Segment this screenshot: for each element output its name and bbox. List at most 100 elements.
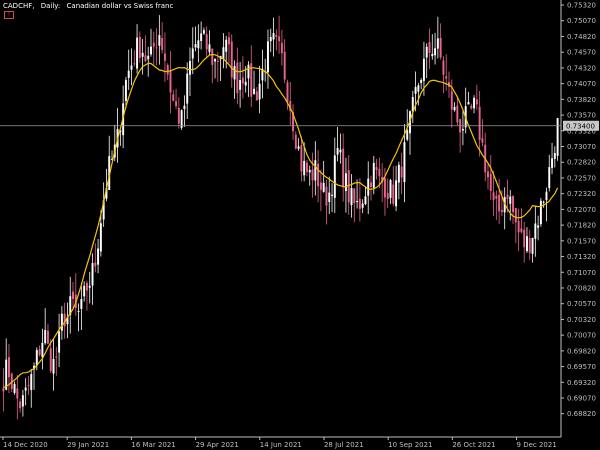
y-tick-label: 0.69320	[567, 379, 596, 387]
candle-body	[72, 291, 74, 300]
y-tick-label: 0.70570	[567, 300, 596, 308]
candle-body	[322, 182, 325, 192]
candle-body	[194, 44, 197, 48]
candle-body	[297, 146, 300, 149]
candle-body	[395, 180, 398, 207]
candle-body	[150, 46, 152, 55]
candle-body	[487, 171, 489, 178]
candle-body	[77, 310, 80, 312]
candle-body	[545, 191, 548, 201]
y-tick-label: 0.70820	[567, 284, 596, 292]
candle-body	[434, 48, 437, 56]
candle-body	[425, 46, 428, 58]
candle-body	[498, 194, 501, 212]
candle-body	[222, 47, 225, 59]
candle-body	[19, 401, 22, 409]
candle-body	[124, 79, 127, 101]
candle-body	[269, 37, 272, 42]
candle-body	[266, 41, 269, 73]
candle-body	[60, 313, 63, 331]
candle-body	[44, 330, 47, 344]
x-tick-label: 26 Oct 2021	[452, 441, 495, 449]
candle-body	[136, 37, 139, 69]
candle-body	[308, 170, 311, 173]
candle-body	[214, 59, 217, 62]
candle-body	[21, 395, 24, 407]
y-tick-label: 0.72570	[567, 174, 596, 182]
candle-body	[228, 37, 230, 45]
x-tick-label: 10 Sep 2021	[388, 441, 432, 449]
candle-body	[177, 107, 180, 124]
candle-body	[397, 164, 400, 183]
candle-body	[133, 63, 136, 65]
candle-body	[428, 42, 431, 53]
candle-body	[417, 85, 420, 92]
x-tick-label: 29 Apr 2021	[196, 441, 239, 449]
candle-body	[328, 192, 331, 202]
candle-body	[16, 388, 19, 399]
candle-body	[49, 348, 52, 372]
candle-body	[344, 173, 347, 192]
candle-body	[556, 118, 559, 156]
candle-body	[286, 82, 289, 103]
y-tick-label: 0.69820	[567, 347, 596, 355]
x-tick-label: 29 Jan 2021	[67, 441, 109, 449]
candle-body	[253, 88, 256, 94]
candle-body	[436, 38, 439, 49]
candle-body	[548, 167, 551, 189]
candle-body	[186, 73, 189, 104]
candle-body	[166, 65, 169, 75]
candle-body	[325, 186, 328, 206]
candle-body	[534, 223, 537, 239]
candle-body	[283, 51, 286, 80]
candle-body	[356, 201, 359, 203]
candle-body	[461, 129, 464, 131]
candle-body	[542, 201, 545, 203]
candle-body	[303, 160, 306, 176]
candle-body	[389, 180, 392, 198]
candle-body	[386, 192, 389, 200]
y-tick-label: 0.70320	[567, 316, 596, 324]
y-tick-label: 0.73070	[567, 143, 596, 151]
candle-body	[83, 285, 86, 297]
candle-body	[364, 196, 367, 205]
candle-body	[38, 349, 41, 355]
candle-body	[138, 36, 141, 58]
candle-body	[236, 62, 239, 94]
candle-body	[2, 388, 5, 392]
candle-body	[539, 200, 542, 225]
candle-body	[205, 34, 208, 50]
candle-body	[230, 41, 233, 78]
candle-body	[169, 70, 172, 93]
candle-body	[91, 263, 94, 286]
y-tick-label: 0.74320	[567, 64, 596, 72]
candle-body	[183, 105, 186, 110]
candle-body	[52, 358, 55, 374]
candle-body	[358, 198, 361, 209]
candle-body	[163, 53, 166, 61]
candle-body	[55, 356, 58, 358]
candle-body	[439, 37, 442, 58]
y-tick-label: 0.71820	[567, 222, 596, 230]
candle-body	[314, 160, 317, 181]
candle-body	[420, 79, 423, 83]
candle-body	[319, 182, 322, 190]
y-tick-label: 0.72820	[567, 159, 596, 167]
price-chart[interactable]: 0.75320 0.75070 0.74820 0.74570 0.74320 0.740…	[0, 0, 600, 450]
candle-body	[400, 166, 403, 178]
y-tick-label: 0.75070	[567, 17, 596, 25]
candle-body	[509, 196, 512, 204]
candle-body	[317, 163, 320, 187]
y-tick-label: 0.72070	[567, 206, 596, 214]
candle-body	[353, 188, 356, 204]
candle-body	[127, 70, 130, 78]
candle-body	[422, 58, 425, 81]
candle-body	[172, 94, 175, 101]
candle-body	[158, 35, 161, 46]
candle-body	[453, 106, 456, 111]
candle-body	[456, 105, 459, 123]
y-tick-label: 0.68820	[567, 410, 596, 418]
candle-body	[7, 357, 10, 378]
candle-body	[94, 262, 97, 267]
candle-body	[305, 162, 308, 172]
